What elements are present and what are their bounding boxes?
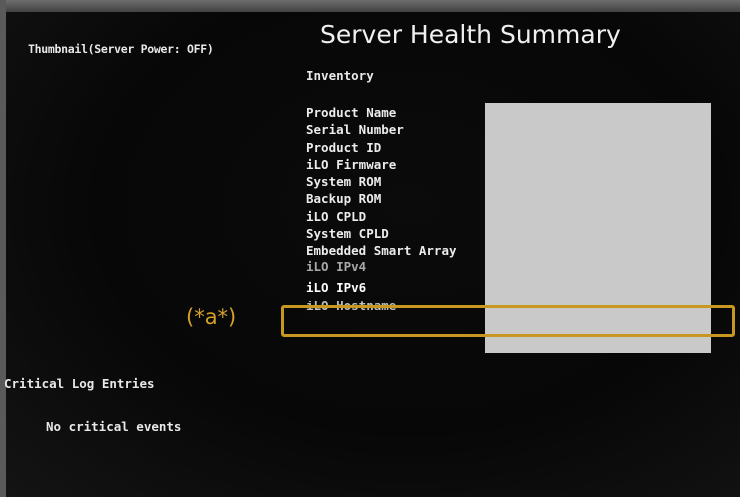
field-ilo-ipv4: iLO IPv4 xyxy=(306,259,367,274)
inventory-heading: Inventory xyxy=(306,68,374,83)
field-ilo-ipv6: iLO IPv6 xyxy=(306,279,367,295)
field-embedded-smart-array: Embedded Smart Array xyxy=(306,243,457,259)
field-ilo-cpld: iLO CPLD xyxy=(306,208,367,224)
field-product-id: Product ID xyxy=(306,139,382,155)
field-system-cpld: System CPLD xyxy=(306,226,389,242)
screen-photo: Thumbnail(Server Power: OFF) Server Heal… xyxy=(0,0,740,497)
inventory-field-list: Product Name Serial Number Product ID iL… xyxy=(306,104,457,313)
critical-log-heading: Critical Log Entries xyxy=(4,376,155,391)
critical-log-empty-text: No critical events xyxy=(46,419,182,434)
thumbnail-label: Thumbnail(Server Power: OFF) xyxy=(28,42,214,56)
field-system-rom: System ROM xyxy=(306,174,382,190)
page-title: Server Health Summary xyxy=(320,20,621,49)
field-ilo-firmware: iLO Firmware xyxy=(306,156,397,172)
callout-label: (*a*) xyxy=(186,305,237,329)
field-product-name: Product Name xyxy=(306,105,397,120)
callout-highlight-box xyxy=(281,305,735,337)
field-backup-rom: Backup ROM xyxy=(306,191,382,207)
field-serial-number: Serial Number xyxy=(306,122,404,138)
